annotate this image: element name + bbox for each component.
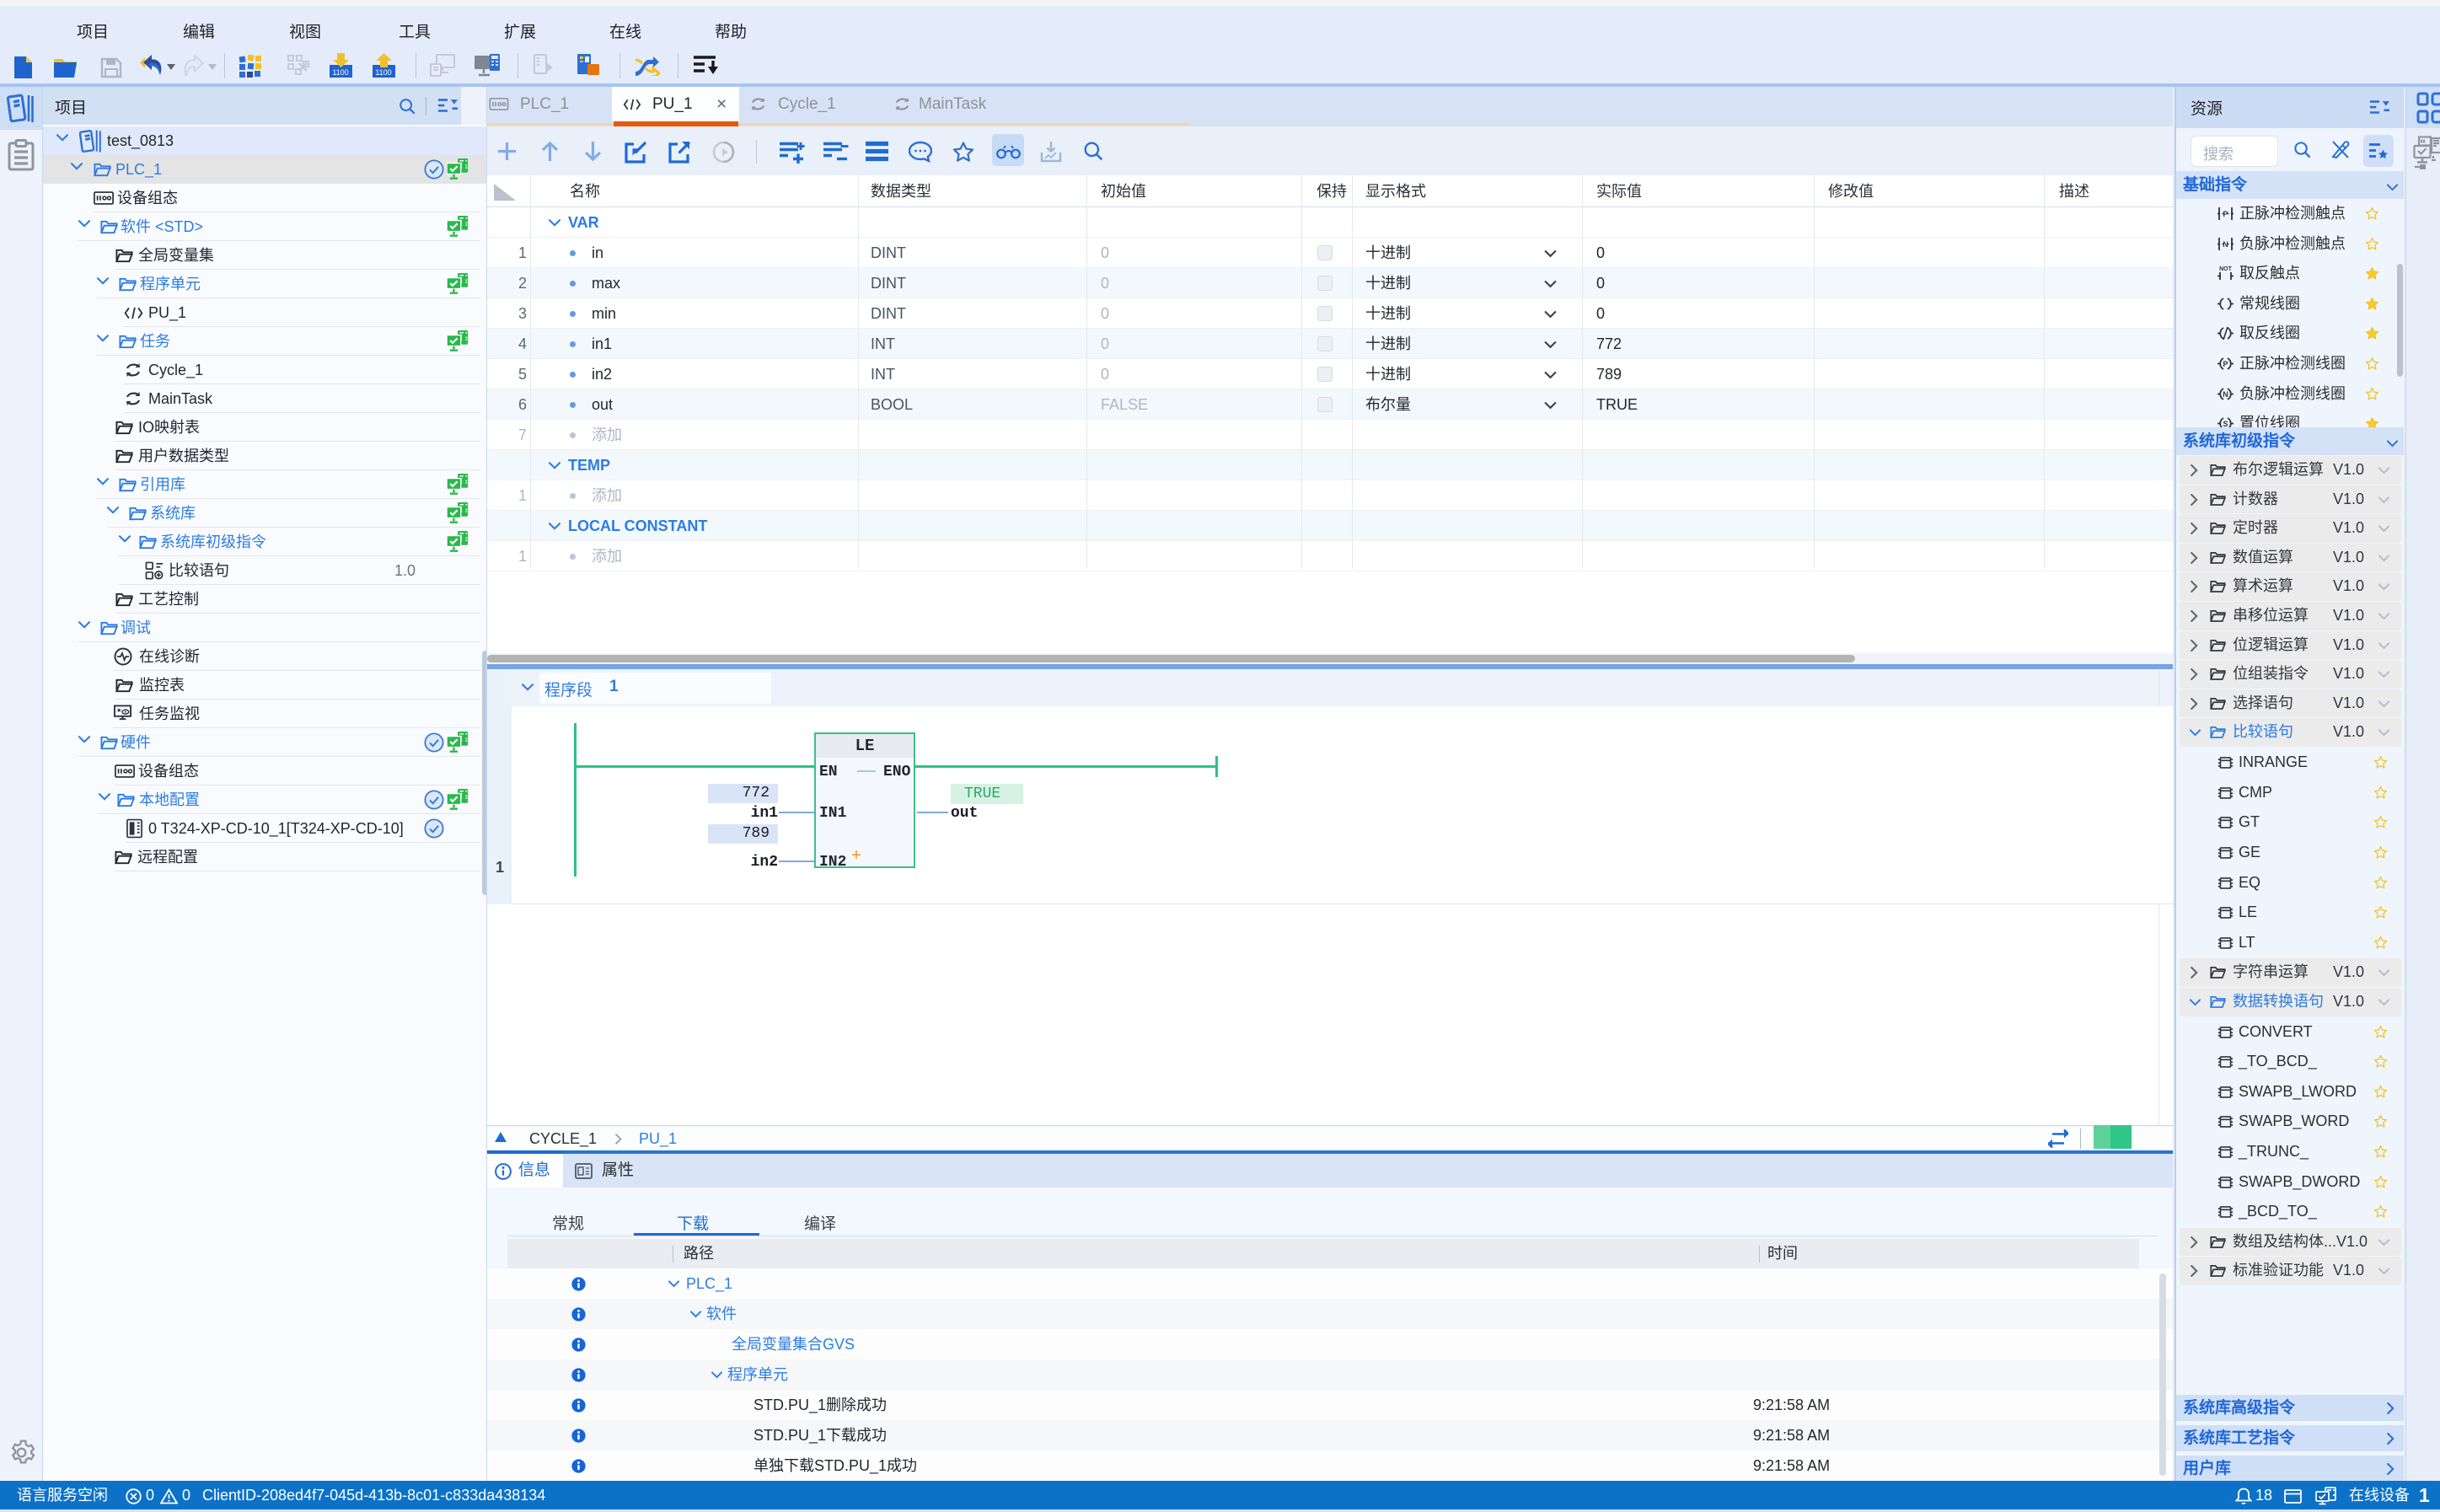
svg-text:P: P [2223, 360, 2228, 368]
svg-text:1100: 1100 [375, 68, 391, 77]
svg-text:NOT: NOT [2219, 266, 2233, 272]
svg-text:1100: 1100 [332, 68, 348, 77]
svg-text:N: N [2223, 390, 2228, 399]
